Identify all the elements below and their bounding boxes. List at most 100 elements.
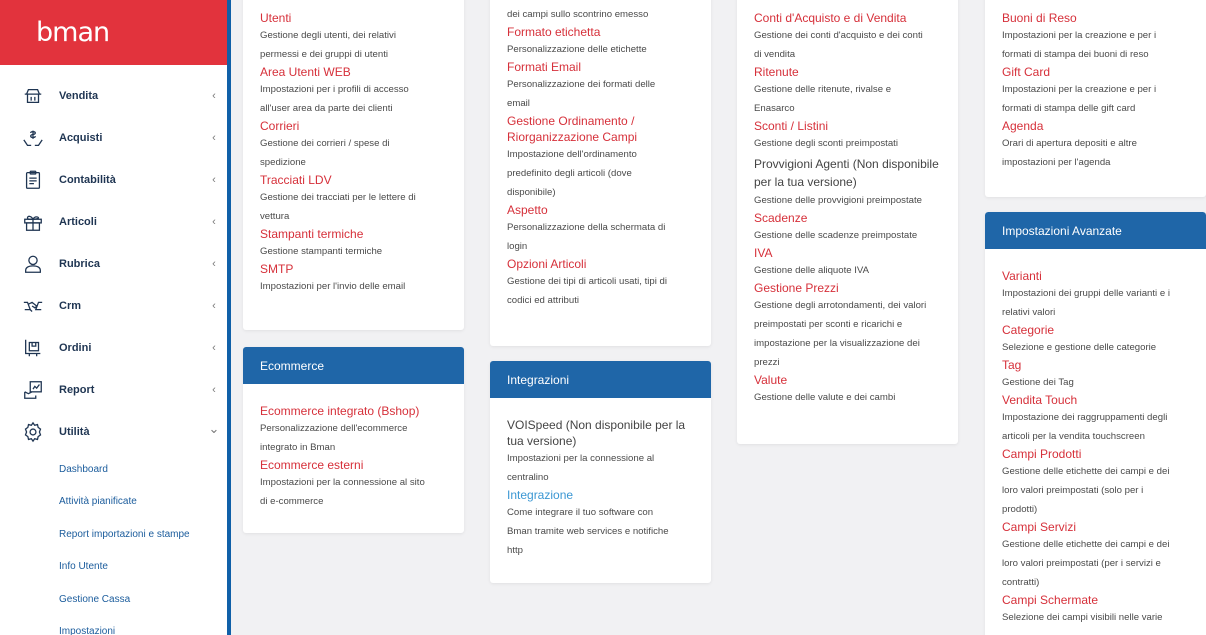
submenu-item-attivita-pianificate[interactable]: Attività pianificate (59, 486, 227, 519)
desc-formati-email: Personalizzazione dei formati delle email (507, 79, 656, 109)
nav-item-vendita[interactable]: Vendita ‹ (0, 75, 227, 117)
link-opzioni-articoli[interactable]: Opzioni Articoli (507, 256, 694, 272)
logo[interactable]: bman (36, 17, 110, 48)
desc-integrazione: Come integrare il tuo software con Bman t… (507, 507, 669, 556)
chevron-left-icon: ‹ (212, 384, 216, 396)
submenu-item-info-utente[interactable]: Info Utente (59, 551, 227, 584)
desc-opzioni-articoli: Gestione dei tipi di articoli usati, tip… (507, 276, 667, 306)
nav-item-contabilita[interactable]: Contabilità ‹ (0, 159, 227, 201)
link-tag[interactable]: Tag (1002, 357, 1189, 373)
card-header-ecommerce: Ecommerce (243, 347, 464, 384)
nav-item-acquisti[interactable]: Acquisti ‹ (0, 117, 227, 159)
link-valute[interactable]: Valute (754, 372, 941, 388)
link-formati-email[interactable]: Formati Email (507, 59, 694, 75)
link-corrieri[interactable]: Corrieri (260, 118, 447, 134)
desc-voispeed: Impostazioni per la connessione al centra… (507, 453, 655, 483)
desc-area-utenti-web: Impostazioni per i profili di accesso all… (260, 84, 409, 114)
link-provvigioni-agenti[interactable]: Provvigioni Agenti (Non disponibile per l… (754, 155, 941, 191)
link-campi-schermate[interactable]: Campi Schermate (1002, 592, 1189, 608)
link-ecommerce-esterni[interactable]: Ecommerce esterni (260, 457, 447, 473)
desc-ritenute: Gestione delle ritenute, rivalse e Enasar… (754, 84, 892, 114)
link-agenda[interactable]: Agenda (1002, 118, 1189, 134)
link-iva[interactable]: IVA (754, 245, 941, 261)
card-vendita-opzioni: Buoni di Reso Impostazioni per la creazi… (985, 0, 1206, 197)
desc-buoni-di-reso: Impostazioni per la creazione e per i for… (1002, 30, 1157, 60)
nav-label: Utilità (59, 426, 90, 438)
nav-item-report[interactable]: Report ‹ (0, 369, 227, 411)
person-icon (22, 253, 44, 275)
desc-gestione-ordinamento: Impostazione dell'ordinamento predefinito… (507, 149, 637, 198)
link-aspetto[interactable]: Aspetto (507, 202, 694, 218)
link-ritenute[interactable]: Ritenute (754, 64, 941, 80)
gear-icon (22, 421, 44, 443)
desc-aspetto: Personalizzazione della schermata di logi… (507, 222, 666, 252)
nav-item-articoli[interactable]: Articoli ‹ (0, 201, 227, 243)
nav-item-ordini[interactable]: Ordini ‹ (0, 327, 227, 369)
chevron-down-icon: ⌄ (208, 421, 220, 436)
nav-label: Contabilità (59, 174, 116, 186)
nav-item-crm[interactable]: Crm ‹ (0, 285, 227, 327)
nav-item-utilita[interactable]: Utilità ⌄ (0, 411, 227, 453)
link-stampanti-termiche[interactable]: Stampanti termiche (260, 226, 447, 242)
card-ecommerce: Ecommerce Ecommerce integrato (Bshop) Pe… (243, 347, 464, 533)
submenu-item-gestione-cassa[interactable]: Gestione Cassa (59, 583, 227, 616)
link-sconti-listini[interactable]: Sconti / Listini (754, 118, 941, 134)
handshake-icon (22, 295, 44, 317)
desc-gift-card: Impostazioni per la creazione e per i for… (1002, 84, 1157, 114)
desc-campi-prodotti: Gestione delle etichette dei campi e dei… (1002, 466, 1170, 515)
link-utenti[interactable]: Utenti (260, 10, 447, 26)
submenu-item-impostazioni[interactable]: Impostazioni (59, 616, 227, 635)
desc-campi-schermate: Selezione dei campi visibili nelle varie (1002, 612, 1163, 623)
nav-item-rubrica[interactable]: Rubrica ‹ (0, 243, 227, 285)
link-buoni-di-reso[interactable]: Buoni di Reso (1002, 10, 1189, 26)
desc-corrieri: Gestione dei corrieri / spese di spedizio… (260, 138, 390, 168)
link-ecommerce-integrato[interactable]: Ecommerce integrato (Bshop) (260, 403, 447, 419)
link-tracciati-ldv[interactable]: Tracciati LDV (260, 172, 447, 188)
desc-utenti: Gestione degli utenti, dei relativi perme… (260, 30, 396, 60)
link-campi-prodotti[interactable]: Campi Prodotti (1002, 446, 1189, 462)
link-categorie[interactable]: Categorie (1002, 322, 1189, 338)
card-personalizzazione: dei campi sullo scontrino emesso Formato… (490, 0, 711, 346)
chevron-left-icon: ‹ (212, 300, 216, 312)
desc-sconti-listini: Gestione degli sconti preimpostati (754, 138, 898, 149)
link-gift-card[interactable]: Gift Card (1002, 64, 1189, 80)
link-conti-acquisto-vendita[interactable]: Conti d'Acquisto e di Vendita (754, 10, 941, 26)
desc-varianti: Impostazioni dei gruppi delle varianti e… (1002, 288, 1170, 318)
desc-scadenze: Gestione delle scadenze preimpostate (754, 230, 918, 241)
link-gestione-prezzi[interactable]: Gestione Prezzi (754, 280, 941, 296)
nav-label: Ordini (59, 342, 92, 354)
desc-vendita-touch: Impostazione dei raggruppamenti degli art… (1002, 412, 1168, 442)
link-area-utenti-web[interactable]: Area Utenti WEB (260, 64, 447, 80)
chevron-left-icon: ‹ (212, 132, 216, 144)
link-gestione-ordinamento[interactable]: Gestione Ordinamento / Riorganizzazione C… (507, 113, 694, 145)
chevron-left-icon: ‹ (212, 342, 216, 354)
link-scadenze[interactable]: Scadenze (754, 210, 941, 226)
card-header-integrazioni: Integrazioni (490, 361, 711, 398)
link-varianti[interactable]: Varianti (1002, 268, 1189, 284)
card-impostazioni-avanzate: Impostazioni Avanzate Varianti Impostazi… (985, 212, 1206, 635)
desc-ecommerce-esterni: Impostazioni per la connessione al sito d… (260, 477, 425, 507)
link-formato-etichetta[interactable]: Formato etichetta (507, 24, 694, 40)
link-integrazione[interactable]: Integrazione (507, 487, 694, 503)
desc-provvigioni-agenti: Gestione delle provvigioni preimpostate (754, 195, 922, 206)
link-vendita-touch[interactable]: Vendita Touch (1002, 392, 1189, 408)
sidebar: bman Vendita ‹ Acquisti ‹ Contabilità ‹ … (0, 0, 231, 635)
link-campi-servizi[interactable]: Campi Servizi (1002, 519, 1189, 535)
desc-tracciati-ldv: Gestione dei tracciati per le lettere di… (260, 192, 416, 222)
card-header-impostazioni-avanzate: Impostazioni Avanzate (985, 212, 1206, 249)
card-contabilita: Conti d'Acquisto e di Vendita Gestione d… (737, 0, 958, 444)
desc-conti-acquisto-vendita: Gestione dei conti d'acquisto e dei cont… (754, 30, 923, 60)
gift-icon (22, 211, 44, 233)
link-voispeed[interactable]: VOISpeed (Non disponibile per la tua vers… (507, 417, 694, 449)
submenu-item-report-importazioni[interactable]: Report importazioni e stampe (59, 518, 227, 551)
report-icon (22, 379, 44, 401)
desc-stampanti-termiche: Gestione stampanti termiche (260, 246, 383, 257)
utilita-submenu: Dashboard Attività pianificate Report im… (0, 453, 227, 635)
submenu-item-dashboard[interactable]: Dashboard (59, 453, 227, 486)
chevron-left-icon: ‹ (212, 258, 216, 270)
hand-money-icon (22, 127, 44, 149)
nav-label: Rubrica (59, 258, 100, 270)
nav-label: Report (59, 384, 95, 396)
desc-tag: Gestione dei Tag (1002, 377, 1074, 388)
link-smtp[interactable]: SMTP (260, 261, 447, 277)
